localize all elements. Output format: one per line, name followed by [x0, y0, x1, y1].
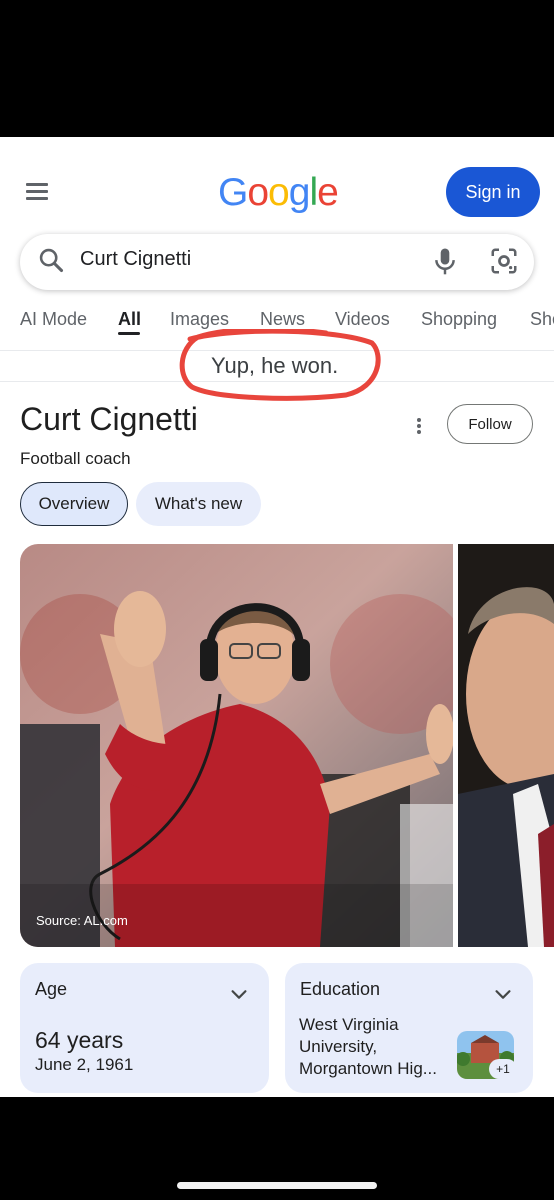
- lens-camera-icon[interactable]: [489, 246, 519, 276]
- age-value: 64 years: [35, 1027, 124, 1053]
- search-results-page: Google Sign in Curt Cignetti AI Mode All…: [0, 137, 554, 1097]
- entity-photo-secondary[interactable]: [458, 544, 554, 947]
- logo-letter: e: [317, 171, 339, 214]
- logo-letter: G: [218, 171, 248, 214]
- age-label: Age: [35, 979, 68, 999]
- search-icon[interactable]: [37, 246, 65, 274]
- tab-images[interactable]: Images: [170, 309, 229, 330]
- chevron-down-icon[interactable]: [228, 983, 250, 1005]
- education-line: West Virginia: [299, 1015, 399, 1034]
- tab-shopping-partial[interactable]: Sho: [530, 309, 554, 330]
- tab-videos[interactable]: Videos: [335, 309, 390, 330]
- age-card[interactable]: Age 64 years June 2, 1961: [20, 963, 269, 1093]
- search-input[interactable]: Curt Cignetti: [80, 248, 191, 271]
- chevron-down-icon[interactable]: [492, 983, 514, 1005]
- entity-subtitle: Football coach: [20, 449, 131, 468]
- logo-letter: g: [288, 171, 311, 214]
- google-logo[interactable]: Google: [218, 171, 339, 215]
- active-tab-indicator: [118, 332, 140, 335]
- status-bar-area: [0, 0, 554, 137]
- chip-overview[interactable]: Overview: [20, 482, 128, 526]
- secondary-photo-illustration: [458, 544, 554, 947]
- education-card[interactable]: Education West Virginia University, Morg…: [285, 963, 533, 1093]
- search-box[interactable]: Curt Cignetti: [20, 234, 534, 290]
- coach-photo-illustration: [20, 544, 453, 947]
- microphone-icon[interactable]: [430, 246, 460, 278]
- logo-letter: o: [247, 171, 269, 214]
- tab-all[interactable]: All: [118, 309, 141, 330]
- follow-button[interactable]: Follow: [447, 404, 533, 444]
- birth-date: June 2, 1961: [35, 1055, 134, 1074]
- logo-letter: l: [309, 171, 318, 214]
- tab-shopping[interactable]: Shopping: [421, 309, 497, 330]
- more-count-badge: +1: [489, 1059, 517, 1079]
- home-indicator[interactable]: [177, 1182, 377, 1189]
- education-line: Morgantown Hig...: [299, 1059, 437, 1078]
- more-options-icon[interactable]: [405, 412, 433, 440]
- photo-source-label: Source: AL.com: [36, 913, 128, 928]
- education-line: University,: [299, 1037, 378, 1056]
- menu-icon[interactable]: [24, 181, 52, 203]
- sign-in-button[interactable]: Sign in: [446, 167, 540, 217]
- annotation-text: Yup, he won.: [211, 353, 339, 378]
- tab-news[interactable]: News: [260, 309, 305, 330]
- logo-letter: o: [268, 171, 290, 214]
- education-label: Education: [300, 979, 381, 999]
- entity-title: Curt Cignetti: [20, 401, 198, 437]
- tab-ai-mode[interactable]: AI Mode: [20, 309, 87, 330]
- chip-whats-new[interactable]: What's new: [136, 482, 261, 526]
- entity-photo[interactable]: [20, 544, 453, 947]
